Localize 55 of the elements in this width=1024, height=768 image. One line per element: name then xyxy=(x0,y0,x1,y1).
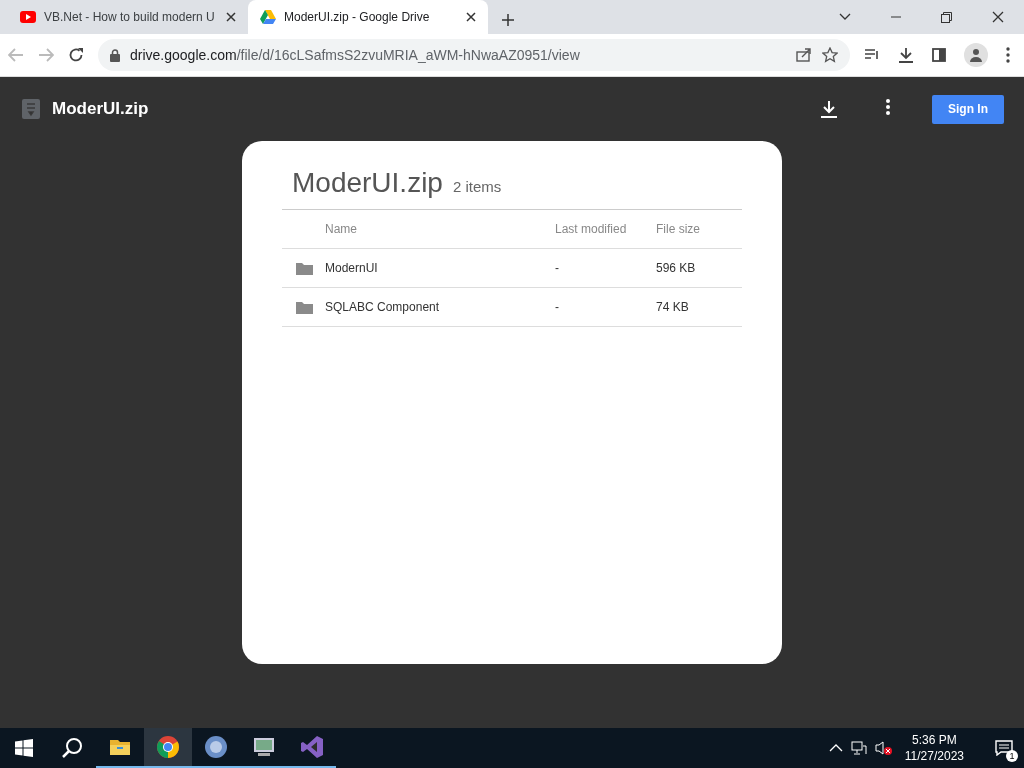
video-icon xyxy=(20,11,36,23)
browser-tab[interactable]: ModerUI.zip - Google Drive xyxy=(248,0,488,34)
reload-icon xyxy=(68,47,84,63)
notification-badge: 1 xyxy=(1006,750,1018,762)
star-icon xyxy=(822,47,838,63)
file-name[interactable]: SQLABC Component xyxy=(325,300,555,314)
drive-icon xyxy=(260,10,276,24)
close-icon xyxy=(466,12,476,22)
kebab-menu-icon xyxy=(1006,47,1010,63)
taskbar-app[interactable] xyxy=(144,728,192,768)
muted-speaker-icon xyxy=(874,741,893,755)
windows-icon xyxy=(15,739,33,757)
size-cell-text: 74 KB xyxy=(656,300,690,314)
back-icon xyxy=(8,48,24,62)
monitor-icon xyxy=(252,735,276,759)
clock-time: 5:36 PM xyxy=(912,732,957,748)
sign-in-button[interactable]: Sign In xyxy=(932,94,1004,124)
file-title: ModerUI.zip xyxy=(52,99,150,119)
download-icon xyxy=(820,100,838,118)
browser-tab[interactable]: VB.Net - How to build modern U xyxy=(8,0,248,34)
profile-avatar[interactable] xyxy=(964,43,988,67)
lock-icon xyxy=(110,48,120,62)
new-tab-icon xyxy=(502,14,514,26)
network-icon xyxy=(850,741,867,755)
minimize-icon xyxy=(891,16,901,18)
file-name[interactable]: ModernUI xyxy=(325,261,555,275)
modified-cell-text: - xyxy=(555,300,560,314)
person-icon xyxy=(969,48,983,62)
chrome-icon xyxy=(156,735,180,759)
kebab-menu-icon xyxy=(886,99,890,115)
playlist-icon xyxy=(864,48,880,62)
archive-title: ModerUI.zip xyxy=(292,167,443,199)
chevron-up-icon xyxy=(828,744,843,752)
share-icon xyxy=(796,48,812,62)
url-text: drive.google.com/file/d/16cLSafmsS2zvuMRIA_aWM-hNwaAZ0951/view xyxy=(130,47,581,63)
close-icon xyxy=(992,11,1004,23)
modified-cell-text: - xyxy=(555,261,560,275)
studio-icon xyxy=(300,735,324,759)
column-header: Last modified xyxy=(555,222,628,236)
search-icon xyxy=(61,737,83,759)
column-header: File size xyxy=(656,222,701,236)
folder-icon xyxy=(296,300,313,314)
clock-date: 11/27/2023 xyxy=(904,748,964,764)
column-header: Name xyxy=(325,222,358,236)
download-icon xyxy=(898,47,914,63)
folder-icon xyxy=(296,261,313,275)
size-cell-text: 596 KB xyxy=(656,261,697,275)
archive-icon xyxy=(22,99,40,119)
side-panel-icon xyxy=(932,48,946,62)
restore-icon xyxy=(941,11,952,23)
item-count: 2 items xyxy=(452,178,502,195)
chevron-down-icon xyxy=(839,13,851,21)
address-bar[interactable]: drive.google.com/file/d/16cLSafmsS2zvuMRIA_aWM-hNwaAZ0951/view xyxy=(98,39,850,71)
close-icon xyxy=(226,12,236,22)
forward-icon xyxy=(38,48,54,62)
